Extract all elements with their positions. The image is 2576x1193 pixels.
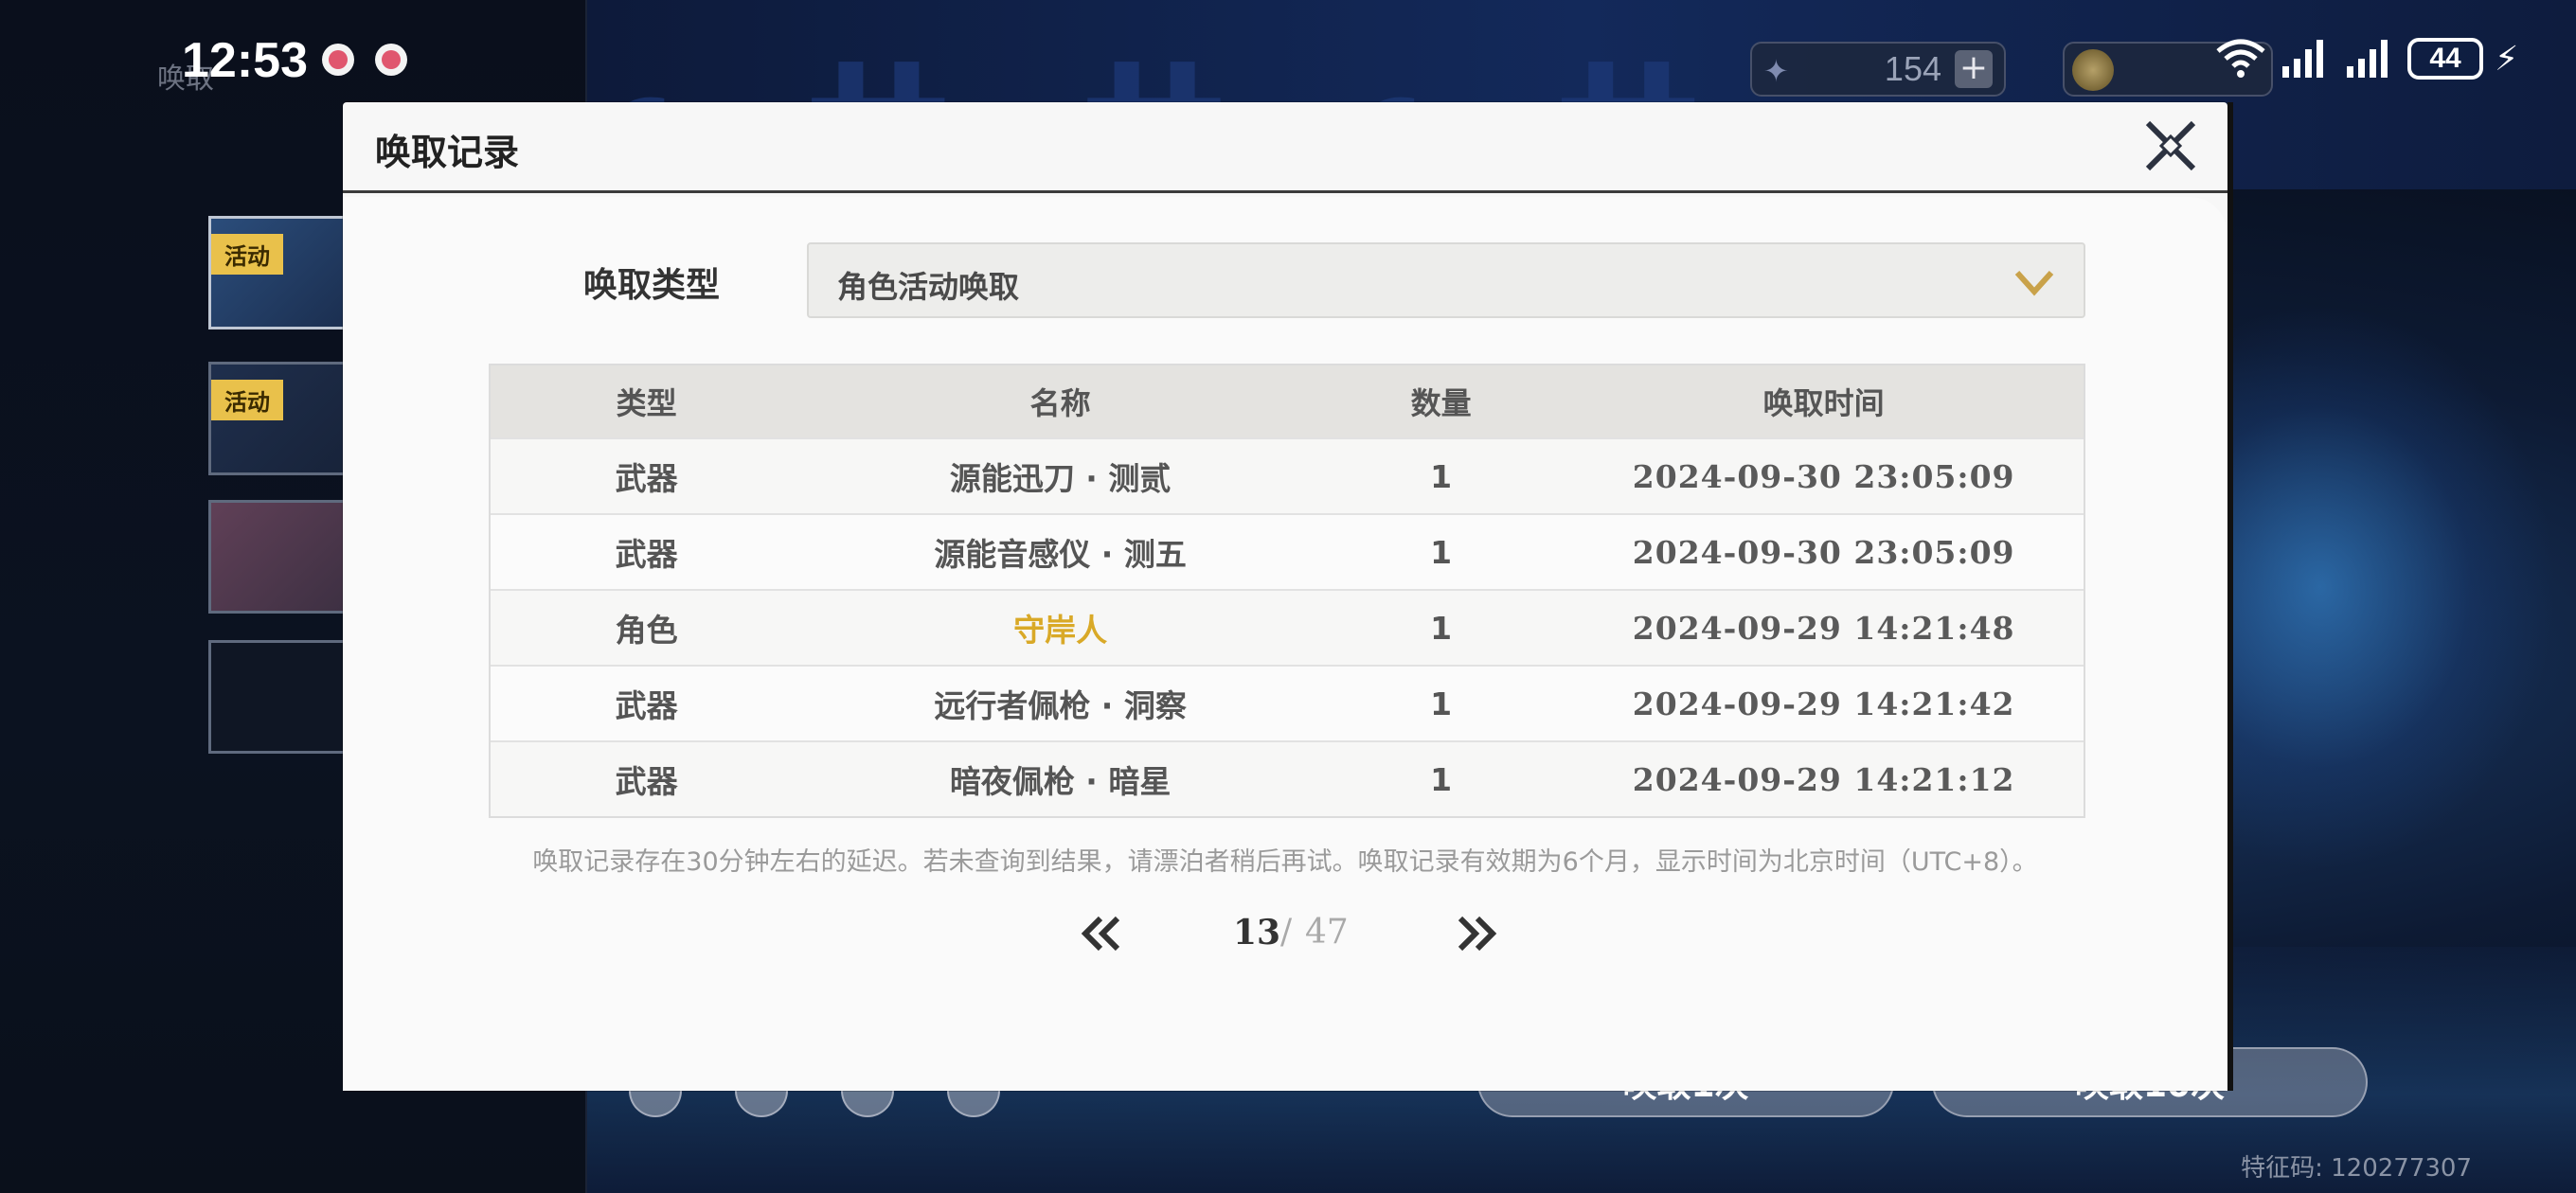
total-pages: 47 bbox=[1305, 913, 1349, 952]
row-time: 2024-09-29 14:21:42 bbox=[1632, 685, 2015, 722]
history-table: 类型 名称 数量 唤取时间 武器 源能迅刀 · 测贰 1 2024-09-30 … bbox=[489, 364, 2085, 818]
row-time: 2024-09-30 23:05:09 bbox=[1632, 533, 2015, 571]
table-row: 角色 守岸人 1 2024-09-29 14:21:48 bbox=[491, 589, 2084, 665]
row-quantity: 1 bbox=[1430, 760, 1453, 798]
row-time: 2024-09-30 23:05:09 bbox=[1632, 457, 2015, 495]
row-type: 武器 bbox=[615, 536, 678, 573]
double-chevron-right-icon[interactable] bbox=[1453, 913, 1498, 954]
header-name: 名称 bbox=[1029, 385, 1091, 421]
double-chevron-left-icon[interactable] bbox=[1080, 913, 1125, 954]
notification-app-icon bbox=[322, 44, 354, 76]
row-quantity: 1 bbox=[1430, 609, 1453, 647]
row-quantity: 1 bbox=[1430, 533, 1453, 571]
status-time: 12:53 bbox=[182, 33, 308, 88]
signal-icon-2 bbox=[2347, 40, 2388, 78]
table-row: 武器 暗夜佩枪 · 暗星 1 2024-09-29 14:21:12 bbox=[491, 740, 2084, 816]
close-icon[interactable] bbox=[2140, 116, 2201, 176]
delay-notice: 唤取记录存在30分钟左右的延迟。若未查询到结果，请漂泊者稍后再试。唤取记录有效期… bbox=[532, 847, 2038, 877]
coin-icon bbox=[2072, 49, 2114, 91]
currency-amount: 154 bbox=[1884, 49, 1941, 88]
dialog-header: 唤取记录 bbox=[343, 102, 2227, 193]
player-id: 特征码: 120277307 bbox=[2241, 1154, 2472, 1183]
wifi-icon bbox=[2216, 39, 2265, 78]
pagination: 13 / 47 bbox=[343, 907, 2227, 964]
table-row: 武器 远行者佩枪 · 洞察 1 2024-09-29 14:21:42 bbox=[491, 665, 2084, 740]
header-quantity: 数量 bbox=[1410, 385, 1472, 421]
page-separator: / bbox=[1280, 913, 1293, 952]
signal-icon bbox=[2282, 40, 2323, 78]
row-name: 源能音感仪 · 测五 bbox=[934, 536, 1187, 573]
row-time: 2024-09-29 14:21:12 bbox=[1632, 760, 2015, 798]
notification-app-icon bbox=[375, 44, 407, 76]
row-quantity: 1 bbox=[1430, 457, 1453, 495]
row-name: 暗夜佩枪 · 暗星 bbox=[949, 763, 1172, 800]
current-page: 13 bbox=[1233, 913, 1281, 953]
pull-type-select[interactable]: 角色活动唤取 bbox=[807, 242, 2085, 318]
astrite-icon: ✦ bbox=[1763, 53, 1789, 89]
event-tag: 活动 bbox=[211, 380, 283, 420]
system-status-icons: 44 ⚡ bbox=[2214, 38, 2518, 80]
dialog-title: 唤取记录 bbox=[375, 132, 520, 173]
charging-icon: ⚡ bbox=[2495, 39, 2519, 79]
row-type: 武器 bbox=[615, 763, 678, 800]
row-type: 武器 bbox=[615, 687, 678, 724]
table-body: 武器 源能迅刀 · 测贰 1 2024-09-30 23:05:09 武器 源能… bbox=[491, 437, 2084, 816]
row-name: 守岸人 bbox=[1013, 612, 1108, 649]
pull-type-selected: 角色活动唤取 bbox=[837, 269, 1020, 305]
chevron-down-icon bbox=[2014, 270, 2054, 296]
table-row: 武器 源能迅刀 · 测贰 1 2024-09-30 23:05:09 bbox=[491, 437, 2084, 513]
row-type: 角色 bbox=[615, 612, 678, 649]
row-time: 2024-09-29 14:21:48 bbox=[1632, 609, 2015, 647]
table-header: 类型 名称 数量 唤取时间 bbox=[491, 365, 2084, 437]
currency-counter: ✦ 154 + bbox=[1750, 42, 2006, 97]
row-type: 武器 bbox=[615, 460, 678, 497]
row-name: 远行者佩枪 · 洞察 bbox=[934, 687, 1187, 724]
row-quantity: 1 bbox=[1430, 685, 1453, 722]
table-row: 武器 源能音感仪 · 测五 1 2024-09-30 23:05:09 bbox=[491, 513, 2084, 589]
filter-label: 唤取类型 bbox=[583, 266, 721, 305]
pull-history-dialog: 唤取记录 唤取类型 角色活动唤取 类型 名称 数量 唤取时间 武器 源能迅刀 ·… bbox=[343, 102, 2233, 1091]
header-type: 类型 bbox=[616, 385, 677, 421]
battery-indicator: 44 bbox=[2407, 38, 2483, 80]
add-currency-button[interactable]: + bbox=[1955, 50, 1993, 88]
event-tag: 活动 bbox=[211, 234, 283, 275]
row-name: 源能迅刀 · 测贰 bbox=[949, 460, 1172, 497]
header-time: 唤取时间 bbox=[1762, 385, 1885, 421]
